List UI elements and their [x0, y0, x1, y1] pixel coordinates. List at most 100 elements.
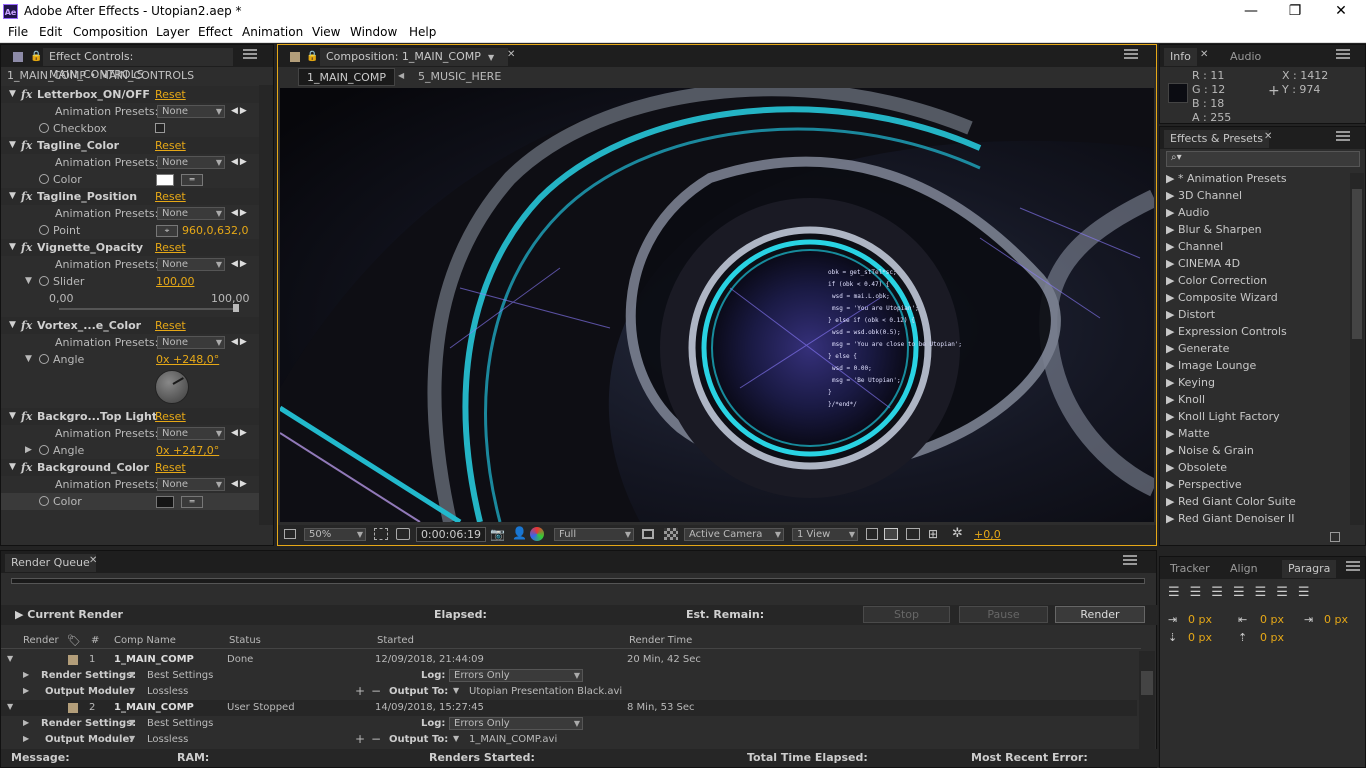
render-settings-value[interactable]: Best Settings: [147, 718, 213, 729]
lock-icon[interactable]: 🔒: [30, 51, 42, 62]
fx-icon[interactable]: fx: [21, 239, 32, 256]
effects-search-input[interactable]: ⌕▾: [1166, 151, 1360, 167]
dropdown-arrow-icon[interactable]: ▼: [129, 718, 135, 727]
close-tab-icon[interactable]: ✕: [89, 555, 97, 566]
reset-link[interactable]: Reset: [155, 86, 186, 103]
zoom-dropdown[interactable]: 50%: [304, 528, 366, 541]
tab-paragraph[interactable]: Paragra: [1282, 560, 1337, 578]
animation-presets-dropdown[interactable]: None: [157, 258, 225, 271]
panel-menu-icon[interactable]: [1123, 555, 1137, 565]
space-before-value[interactable]: 0 px: [1188, 631, 1212, 644]
panel-menu-icon[interactable]: [1336, 131, 1350, 141]
table-row[interactable]: ▼ 2 1_MAIN_COMP User Stopped 14/09/2018,…: [1, 700, 1137, 716]
fx-icon[interactable]: fx: [21, 408, 32, 425]
dropdown-arrow-icon[interactable]: ▼: [453, 734, 459, 743]
effects-category[interactable]: ▶ Knoll: [1166, 393, 1205, 406]
current-time-display[interactable]: 0:00:06:19: [416, 527, 486, 542]
angle-value[interactable]: 0x +248,0°: [156, 351, 219, 368]
dropdown-arrow-icon[interactable]: ▼: [129, 734, 135, 743]
effects-category[interactable]: ▶ Image Lounge: [1166, 359, 1256, 372]
effect-background-color[interactable]: ▼ fx Background_Color Reset: [1, 459, 259, 476]
tab-effect-controls[interactable]: Effect Controls: MAIN_CONTROLS: [43, 48, 233, 81]
output-module-value[interactable]: Lossless: [147, 734, 188, 745]
effects-category[interactable]: ▶ Channel: [1166, 240, 1223, 253]
checkerboard-icon[interactable]: [664, 528, 678, 540]
expand-triangle-icon[interactable]: ▼: [9, 239, 16, 256]
effects-category[interactable]: ▶ Distort: [1166, 308, 1215, 321]
crumb-music[interactable]: 5_MUSIC_HERE: [418, 70, 501, 83]
reset-link[interactable]: Reset: [155, 459, 186, 476]
effects-category[interactable]: ▶ * Animation Presets: [1166, 172, 1287, 185]
fast-draft-icon[interactable]: [884, 528, 898, 540]
animation-presets-dropdown[interactable]: None: [157, 207, 225, 220]
collapse-triangle-icon[interactable]: ▶: [23, 718, 29, 727]
fx-icon[interactable]: fx: [21, 137, 32, 154]
tab-info[interactable]: Info: [1164, 48, 1197, 66]
tab-effects-presets[interactable]: Effects & Presets: [1164, 130, 1269, 148]
close-tab-icon[interactable]: ✕: [507, 49, 515, 60]
animation-presets-dropdown[interactable]: None: [157, 478, 225, 491]
expand-triangle-icon[interactable]: ▼: [9, 188, 16, 205]
resolution-dropdown[interactable]: Full: [554, 528, 634, 541]
fx-icon[interactable]: fx: [21, 459, 32, 476]
menu-help[interactable]: Help: [409, 25, 436, 39]
color-swatch[interactable]: [156, 496, 174, 508]
reset-link[interactable]: Reset: [155, 408, 186, 425]
expand-triangle-icon[interactable]: ▼: [25, 273, 32, 290]
render-button[interactable]: Render: [1055, 606, 1145, 623]
animation-presets-dropdown[interactable]: None: [157, 336, 225, 349]
stopwatch-icon[interactable]: [39, 123, 49, 133]
collapse-triangle-icon[interactable]: ▶: [23, 670, 29, 679]
menu-animation[interactable]: Animation: [242, 25, 303, 39]
preset-nav-arrows-icon[interactable]: ◀▶: [231, 334, 249, 351]
checkbox[interactable]: [155, 123, 165, 133]
effect-vignette-opacity[interactable]: ▼ fx Vignette_Opacity Reset: [1, 239, 259, 256]
preset-nav-arrows-icon[interactable]: ◀▶: [231, 103, 249, 120]
indent-left-value[interactable]: 0 px: [1188, 613, 1212, 626]
always-preview-icon[interactable]: [284, 529, 296, 539]
collapse-triangle-icon[interactable]: ▶: [23, 734, 29, 743]
col-render-time[interactable]: Render Time: [629, 635, 692, 646]
angle-dial[interactable]: [155, 370, 189, 404]
reset-link[interactable]: Reset: [155, 137, 186, 154]
timeline-icon[interactable]: [906, 528, 920, 540]
crumb-main-comp[interactable]: 1_MAIN_COMP: [298, 68, 395, 86]
output-module-value[interactable]: Lossless: [147, 686, 188, 697]
maximize-button[interactable]: ❐: [1272, 2, 1318, 22]
effects-category[interactable]: ▶ Noise & Grain: [1166, 444, 1254, 457]
tab-align[interactable]: Align: [1224, 560, 1264, 578]
panel-menu-icon[interactable]: [243, 49, 257, 59]
scrollbar[interactable]: [1139, 651, 1155, 749]
effect-background-top-light[interactable]: ▼ fx Backgro...Top Light Reset: [1, 408, 259, 425]
scrollbar[interactable]: [259, 85, 273, 525]
remove-output-icon[interactable]: −: [371, 684, 381, 698]
animation-presets-dropdown[interactable]: None: [157, 105, 225, 118]
stopwatch-icon[interactable]: [39, 225, 49, 235]
add-output-icon[interactable]: +: [355, 732, 365, 746]
stop-button[interactable]: Stop: [863, 606, 950, 623]
menu-window[interactable]: Window: [350, 25, 397, 39]
effects-category[interactable]: ▶ Red Giant Color Suite: [1166, 495, 1296, 508]
preset-nav-arrows-icon[interactable]: ◀▶: [231, 205, 249, 222]
slider-value[interactable]: 100,00: [156, 273, 195, 290]
close-tab-icon[interactable]: ✕: [1264, 131, 1272, 142]
space-after-value[interactable]: 0 px: [1260, 631, 1284, 644]
effects-category[interactable]: ▶ Expression Controls: [1166, 325, 1287, 338]
tab-composition[interactable]: Composition: 1_MAIN_COMP: [320, 48, 508, 66]
label-color-swatch[interactable]: [68, 655, 78, 665]
col-status[interactable]: Status: [229, 635, 261, 646]
preset-nav-arrows-icon[interactable]: ◀▶: [231, 425, 249, 442]
effects-category[interactable]: ▶ Knoll Light Factory: [1166, 410, 1280, 423]
eyedropper-icon[interactable]: ═: [181, 496, 203, 508]
panel-menu-icon[interactable]: [1346, 561, 1360, 571]
lock-icon[interactable]: 🔒: [306, 51, 318, 62]
menu-layer[interactable]: Layer: [156, 25, 189, 39]
panel-menu-icon[interactable]: [1124, 49, 1138, 59]
camera-view-dropdown[interactable]: Active Camera: [684, 528, 784, 541]
animation-presets-dropdown[interactable]: None: [157, 156, 225, 169]
scroll-thumb[interactable]: [1352, 189, 1362, 339]
effect-tagline-color[interactable]: ▼ fx Tagline_Color Reset: [1, 137, 259, 154]
expand-triangle-icon[interactable]: ▼: [7, 702, 13, 711]
preset-nav-arrows-icon[interactable]: ◀▶: [231, 476, 249, 493]
stopwatch-icon[interactable]: [39, 174, 49, 184]
